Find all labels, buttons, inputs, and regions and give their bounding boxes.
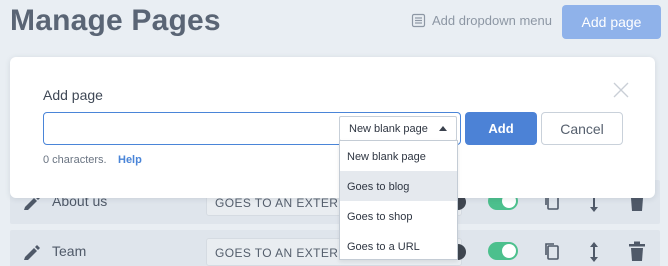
page-enabled-toggle[interactable] — [488, 242, 518, 260]
reorder-arrows-icon[interactable] — [588, 240, 600, 266]
page-type-select[interactable]: New blank page — [339, 116, 457, 141]
dropdown-option-new-blank-page[interactable]: New blank page — [340, 141, 457, 171]
modal-title: Add page — [43, 87, 103, 103]
page-type-select-value: New blank page — [349, 122, 428, 135]
dropdown-option-goes-to-blog[interactable]: Goes to blog — [340, 171, 457, 201]
character-count: 0 characters. — [43, 154, 107, 166]
help-link[interactable]: Help — [118, 154, 142, 166]
page-row-label: Team — [52, 243, 87, 259]
pencil-icon[interactable] — [22, 242, 42, 266]
page-row: Team GOES TO AN EXTERNAL URL — [10, 230, 660, 266]
add-dropdown-menu-link[interactable]: Add dropdown menu — [411, 13, 552, 28]
dropdown-option-goes-to-shop[interactable]: Goes to shop — [340, 201, 457, 231]
trash-icon[interactable] — [628, 241, 646, 266]
add-dropdown-menu-label: Add dropdown menu — [432, 13, 552, 28]
add-page-modal: Add page New blank page Add Cancel 0 cha… — [10, 57, 655, 198]
page-type-dropdown: New blank page Goes to blog Goes to shop… — [339, 140, 458, 260]
add-button[interactable]: Add — [465, 112, 537, 145]
caret-up-icon — [439, 126, 447, 131]
copy-icon[interactable] — [543, 241, 561, 266]
cancel-button[interactable]: Cancel — [541, 112, 623, 145]
add-page-button[interactable]: Add page — [562, 5, 661, 39]
page-title: Manage Pages — [10, 4, 221, 37]
dropdown-option-goes-to-url[interactable]: Goes to a URL — [340, 231, 457, 261]
menu-list-icon — [411, 13, 426, 28]
close-icon[interactable] — [613, 82, 629, 103]
